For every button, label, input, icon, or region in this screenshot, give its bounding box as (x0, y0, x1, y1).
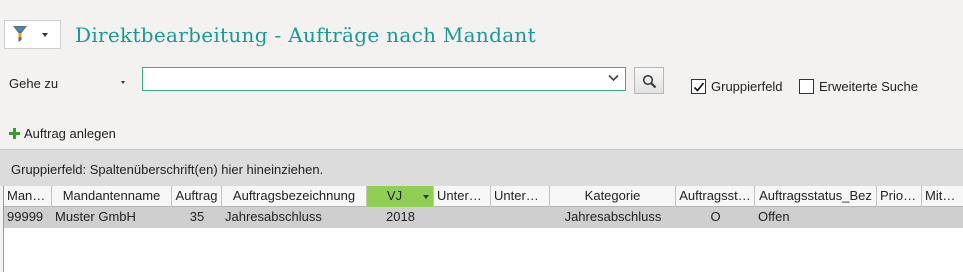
column-header-unterauftrag-1[interactable]: Untera… (434, 186, 491, 207)
column-header-mitarbeiter[interactable]: Mitar… (922, 186, 963, 207)
column-header-auftragsstatus-bez[interactable]: Auftragsstatus_Bez (755, 186, 877, 207)
page-title: Direktbearbeitung - Aufträge nach Mandan… (75, 23, 536, 47)
column-header-kategorie[interactable]: Kategorie (550, 186, 676, 207)
grid-header-row: Mand… Mandantenname Auftrag Auftragsbeze… (4, 186, 963, 207)
chevron-down-icon[interactable] (608, 74, 619, 82)
search-button[interactable] (634, 67, 664, 94)
sort-descending-icon[interactable] (423, 195, 429, 199)
column-header-mandantenname[interactable]: Mandantenname (52, 186, 172, 207)
group-field-checkbox[interactable] (691, 79, 706, 94)
create-order-label: Auftrag anlegen (24, 126, 116, 141)
group-panel-hint: Gruppierfeld: Spaltenüberschrift(en) hie… (11, 162, 324, 177)
cell-prioritaet[interactable] (877, 207, 922, 228)
create-order-button[interactable]: Auftrag anlegen (9, 126, 116, 141)
cell-mitarbeiter[interactable] (922, 207, 963, 228)
table-row[interactable]: 99999 Muster GmbH 35 Jahresabschluss 201… (4, 207, 963, 228)
group-panel[interactable]: Gruppierfeld: Spaltenüberschrift(en) hie… (0, 149, 963, 186)
cell-auftragsbezeichnung[interactable]: Jahresabschluss (222, 207, 367, 228)
column-header-auftrag[interactable]: Auftrag (172, 186, 222, 207)
goto-label: Gehe zu (9, 76, 59, 91)
column-header-unterauftrag-2[interactable]: Unterau… (491, 186, 550, 207)
checkmark-icon (693, 82, 705, 92)
column-header-auftragsbezeichnung[interactable]: Auftragsbezeichnung (222, 186, 367, 207)
cell-kategorie[interactable]: Jahresabschluss (550, 207, 676, 228)
cell-vj[interactable]: 2018 (367, 207, 434, 228)
cell-mandant[interactable]: 99999 (4, 207, 52, 228)
plus-icon (9, 128, 20, 139)
search-icon (642, 74, 657, 89)
group-field-label: Gruppierfeld (711, 79, 783, 94)
chevron-down-icon (42, 33, 48, 37)
cell-auftrag[interactable]: 35 (172, 207, 222, 228)
cell-unterauftrag-2[interactable] (491, 207, 550, 228)
extended-search-checkbox[interactable] (799, 79, 814, 94)
column-header-vj-label: VJ (386, 188, 403, 203)
cell-auftragsstatus-bez[interactable]: Offen (755, 207, 877, 228)
goto-combobox[interactable] (142, 67, 626, 91)
column-header-prioritaet[interactable]: Priori… (877, 186, 922, 207)
column-header-mandant[interactable]: Mand… (4, 186, 52, 207)
cell-unterauftrag-1[interactable] (434, 207, 491, 228)
cell-auftragsstatus[interactable]: O (676, 207, 755, 228)
cell-mandantenname[interactable]: Muster GmbH (52, 207, 172, 228)
extended-search-option[interactable]: Erweiterte Suche (799, 79, 918, 94)
group-field-option[interactable]: Gruppierfeld (691, 79, 783, 94)
column-header-vj[interactable]: VJ (367, 186, 434, 207)
extended-search-label: Erweiterte Suche (819, 79, 918, 94)
filter-menu-button[interactable] (4, 20, 61, 49)
goto-dropdown-icon[interactable] (121, 81, 125, 84)
filter-icon (13, 26, 27, 42)
orders-grid[interactable]: Mand… Mandantenname Auftrag Auftragsbeze… (3, 186, 963, 272)
column-header-auftragsstatus[interactable]: Auftragsst… (676, 186, 755, 207)
